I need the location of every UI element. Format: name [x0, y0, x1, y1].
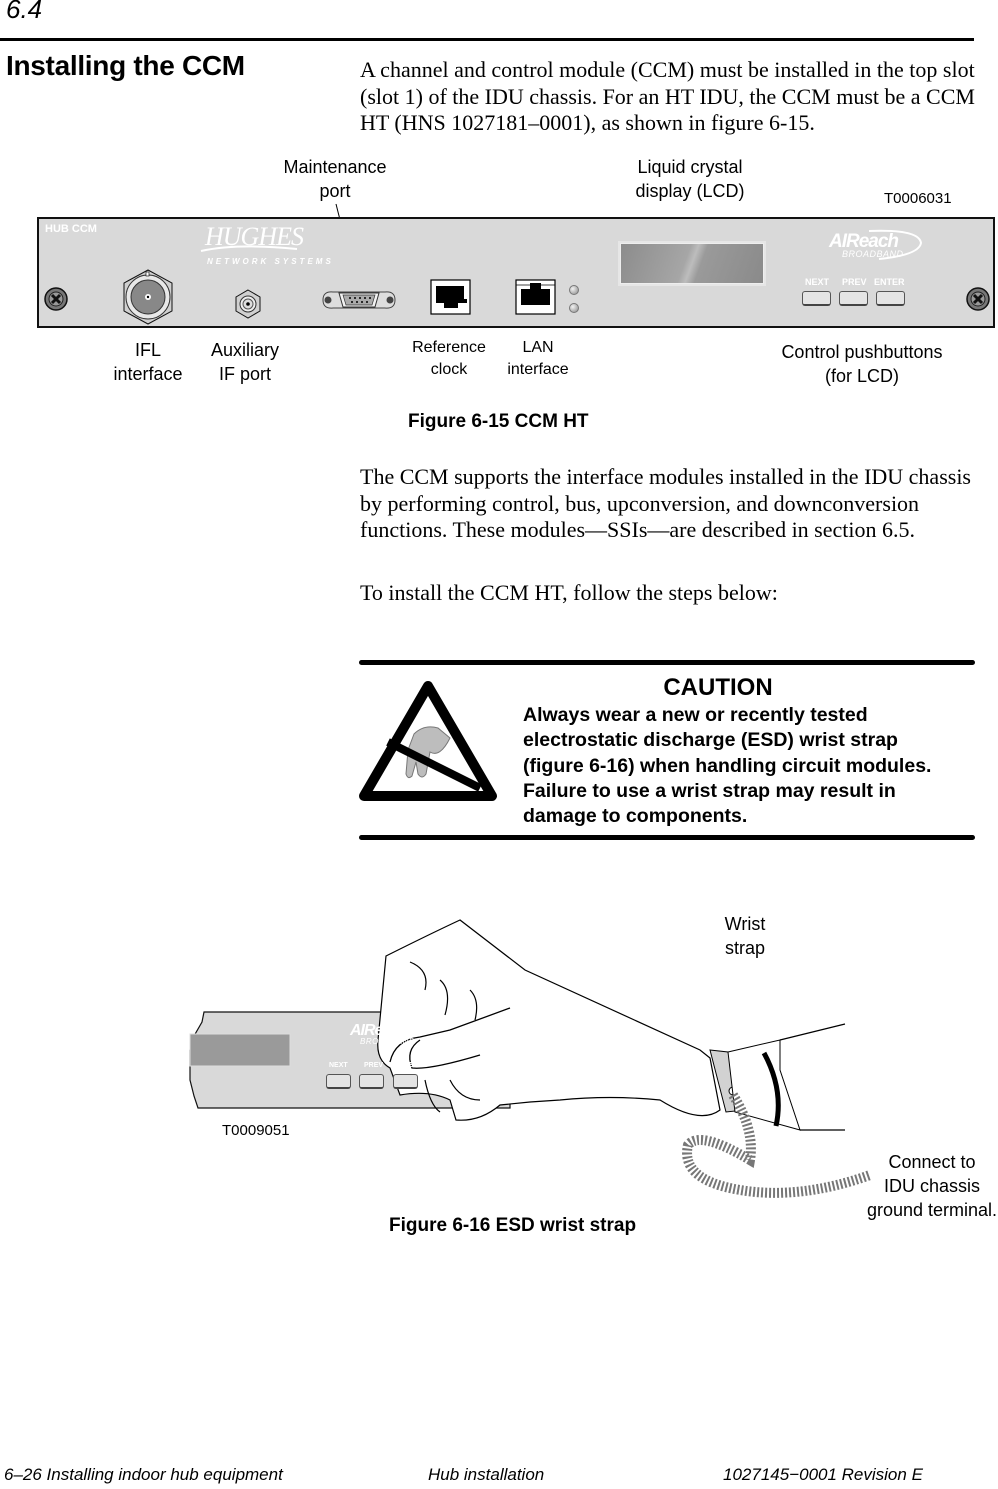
reference-clock-port-icon — [430, 279, 471, 315]
next-button[interactable] — [802, 291, 831, 306]
next-label: NEXT — [329, 1062, 348, 1069]
enter-label: ENTER — [395, 1062, 419, 1069]
screw-icon — [44, 287, 68, 311]
lcd-display-partial — [189, 1033, 291, 1067]
maintenance-port-db9-icon — [322, 291, 396, 309]
callout-control-pushbuttons: Control pushbuttons (for LCD) — [781, 342, 943, 386]
enter-button[interactable] — [393, 1074, 418, 1089]
next-label: NEXT — [805, 277, 830, 287]
callout-aux-if-port: Auxiliary IF port — [210, 340, 280, 384]
enter-label: ENTER — [874, 277, 905, 287]
ifl-bnc-connector-icon — [123, 269, 173, 325]
caution-title: CAUTION — [663, 674, 773, 701]
hughes-subtitle: NETWORK SYSTEMS — [207, 257, 334, 266]
enter-button[interactable] — [876, 291, 905, 306]
screw-icon — [966, 287, 990, 311]
prev-button[interactable] — [359, 1074, 384, 1089]
figure-6-15-caption: Figure 6-15 CCM HT — [408, 411, 589, 432]
body-paragraph: To install the CCM HT, follow the steps … — [360, 580, 778, 605]
figure-6-16-caption: Figure 6-16 ESD wrist strap — [389, 1215, 637, 1236]
callout-lan-interface: LAN interface — [507, 339, 569, 378]
lcd-display — [620, 243, 764, 284]
callout-connect-ground: Connect to IDU chassis ground terminal. — [866, 1152, 998, 1220]
footer-left: 6–26 Installing indoor hub equipment — [4, 1465, 283, 1484]
prev-button[interactable] — [839, 291, 868, 306]
caution-bottom-rule — [359, 835, 975, 840]
aux-if-port-icon — [235, 289, 261, 319]
callout-reference-clock: Reference clock — [412, 339, 486, 378]
caution-text: Always wear a new or recently tested ele… — [523, 704, 932, 828]
panel-tag: HUB CCM — [45, 223, 97, 235]
next-button[interactable] — [326, 1074, 351, 1089]
callout-ifl-interface: IFL interface — [113, 340, 183, 384]
footer-center: Hub installation — [428, 1465, 545, 1484]
hughes-swoosh-icon — [200, 245, 298, 252]
prev-label: PREV — [842, 277, 867, 287]
status-led — [569, 285, 579, 295]
footer-right: 1027145−0001 Revision E — [723, 1465, 923, 1484]
caution-top-rule — [359, 660, 975, 665]
lan-port-icon — [515, 279, 556, 315]
aireach-swoosh-icon — [868, 229, 923, 260]
prev-label: PREV — [364, 1062, 384, 1069]
hand-outline — [377, 919, 721, 1121]
status-led — [569, 303, 579, 313]
esd-warning-triangle-icon — [359, 681, 497, 801]
body-paragraph: The CCM supports the interface modules i… — [360, 464, 971, 542]
figure-id: T0009051 — [222, 1122, 290, 1139]
aireach-subtitle: BROADBAND — [360, 1037, 416, 1046]
ccm-ht-panel: HUB CCM HUGHES NETWORK SYSTEMS AIReach B… — [37, 217, 995, 328]
